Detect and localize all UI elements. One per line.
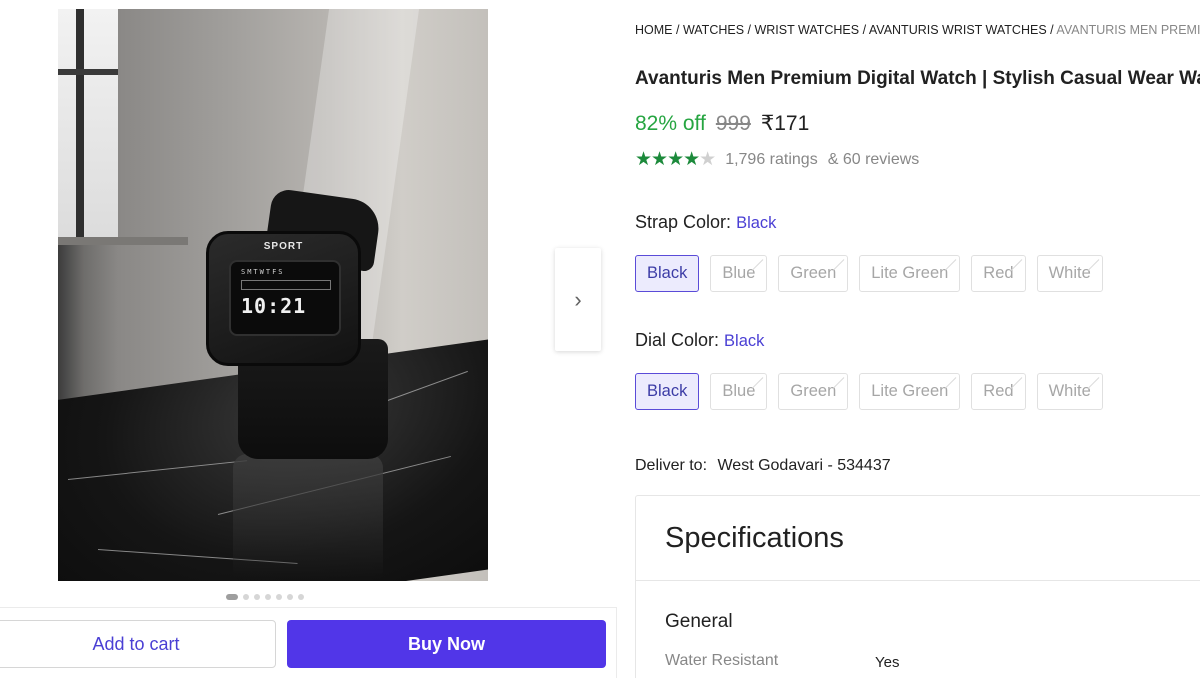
product-title: Avanturis Men Premium Digital Watch | St… [635, 68, 1200, 89]
delivery-location[interactable]: Deliver to: West Godavari - 534437 [635, 457, 891, 475]
discount-percent: 82% off [635, 112, 706, 135]
breadcrumb-wrist-watches[interactable]: WRIST WATCHES [754, 23, 859, 37]
strap-color-red[interactable]: Red [971, 255, 1026, 292]
carousel-dots [226, 594, 304, 600]
strap-color-white[interactable]: White [1036, 255, 1103, 292]
delivery-label: Deliver to: [635, 457, 708, 474]
dial-color-options: Black Blue Green Lite Green Red White [635, 373, 1103, 410]
dial-color-red[interactable]: Red [971, 373, 1026, 410]
product-image[interactable]: SPORT SMTWTFS 10:21 [58, 9, 488, 581]
strap-color-blue[interactable]: Blue [710, 255, 768, 292]
dial-color-white[interactable]: White [1036, 373, 1103, 410]
breadcrumb-avanturis-wrist-watches[interactable]: AVANTURIS WRIST WATCHES [869, 23, 1047, 37]
breadcrumb-current: AVANTURIS MEN PREMIUM DIGITAL WATCH [1056, 23, 1200, 37]
strap-color-black[interactable]: Black [635, 255, 700, 292]
breadcrumb-home[interactable]: HOME [635, 23, 673, 37]
dial-color-black[interactable]: Black [635, 373, 700, 410]
spec-group-title: General [665, 611, 733, 632]
breadcrumb: HOME / WATCHES / WRIST WATCHES / AVANTUR… [635, 23, 1200, 37]
dial-color-blue[interactable]: Blue [710, 373, 768, 410]
carousel-dot[interactable] [226, 594, 238, 600]
breadcrumb-watches[interactable]: WATCHES [683, 23, 744, 37]
rating-summary[interactable]: ★★★★★ 1,796 ratings & 60 reviews [635, 148, 919, 171]
selling-price: ₹171 [760, 112, 810, 135]
dial-color-selected: Black [724, 332, 765, 350]
watch-reflection [233, 454, 383, 581]
dial-color-label: Dial Color: Black [635, 330, 765, 350]
star-rating-icon: ★★★★★ [635, 149, 716, 170]
carousel-dot[interactable] [276, 594, 282, 600]
strap-color-label: Strap Color: Black [635, 212, 777, 232]
strap-color-options: Black Blue Green Lite Green Red White [635, 255, 1103, 292]
ratings-count: 1,796 ratings [725, 150, 818, 168]
strap-color-green[interactable]: Green [778, 255, 849, 292]
chevron-right-icon: › [574, 286, 582, 312]
watch-time: 10:21 [241, 294, 307, 318]
add-to-cart-button[interactable]: Add to cart [0, 620, 276, 668]
carousel-dot[interactable] [287, 594, 293, 600]
original-price: 999 [715, 112, 751, 135]
divider [636, 580, 1200, 581]
background-window [58, 9, 118, 239]
strap-color-lite-green[interactable]: Lite Green [859, 255, 961, 292]
watch-display: SMTWTFS 10:21 [229, 260, 341, 336]
reviews-count: & 60 reviews [827, 150, 920, 168]
price-row: 82% off 999 ₹171 [635, 111, 809, 136]
dial-color-lite-green[interactable]: Lite Green [859, 373, 961, 410]
delivery-pincode: West Godavari - 534437 [717, 457, 891, 474]
watch-brand-text: SPORT [263, 241, 304, 252]
specifications-heading: Specifications [665, 522, 844, 554]
strap-color-selected: Black [736, 214, 777, 232]
spec-value: Yes [875, 654, 900, 671]
carousel-dot[interactable] [298, 594, 304, 600]
buy-now-button[interactable]: Buy Now [287, 620, 606, 668]
next-image-button[interactable]: › [555, 248, 601, 351]
carousel-dot[interactable] [243, 594, 249, 600]
watch-case: SPORT SMTWTFS 10:21 [206, 231, 361, 366]
spec-key: Water Resistant [665, 652, 779, 669]
carousel-dot[interactable] [254, 594, 260, 600]
carousel-dot[interactable] [265, 594, 271, 600]
dial-color-green[interactable]: Green [778, 373, 849, 410]
